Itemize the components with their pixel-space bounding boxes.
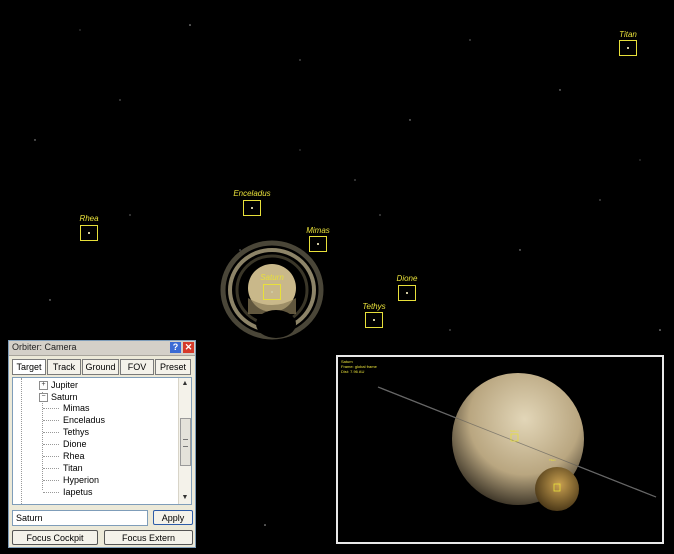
tree-branch: [43, 480, 59, 481]
tree-scrollbar[interactable]: ▲ ▼: [178, 378, 191, 504]
dialog-titlebar[interactable]: Orbiter: Camera ? ✕: [9, 341, 195, 356]
inset-camera-view[interactable]: Saturn Frame: global frame Dist: 7.96 AU…: [336, 355, 664, 544]
tree-branch: [43, 432, 59, 433]
apply-button[interactable]: Apply: [153, 510, 193, 525]
tab-target[interactable]: Target: [12, 359, 46, 375]
inset-marker-label: Saturn: [510, 429, 519, 433]
moon-marker-saturn[interactable]: [263, 284, 281, 300]
inset-scene: Saturn Titan: [377, 373, 657, 511]
moon-label-dione: Dione: [396, 274, 418, 283]
moon-marker-titan[interactable]: [619, 40, 637, 56]
moon-label-saturn: Saturn: [260, 273, 284, 282]
tree-item-jupiter[interactable]: Jupiter: [51, 380, 78, 390]
tree-guide-line: [21, 378, 22, 504]
help-icon[interactable]: ?: [170, 342, 181, 353]
tab-track[interactable]: Track: [47, 359, 81, 375]
moon-label-mimas: Mimas: [306, 226, 330, 235]
tree-branch: [43, 408, 59, 409]
scrollbar-thumb[interactable]: [180, 418, 191, 466]
tree-guide-line: [42, 392, 43, 490]
target-tree[interactable]: + Jupiter − Saturn Mimas Enceladus Tethy…: [12, 377, 192, 505]
scroll-up-icon[interactable]: ▲: [179, 378, 191, 390]
scroll-down-icon[interactable]: ▼: [179, 492, 191, 504]
tab-fov[interactable]: FOV: [120, 359, 154, 375]
tab-ground[interactable]: Ground: [82, 359, 119, 375]
tree-item-enceladus[interactable]: Enceladus: [63, 415, 105, 425]
inset-titan: [535, 467, 579, 511]
moon-marker-mimas[interactable]: [309, 236, 327, 252]
moon-label-titan: Titan: [619, 30, 637, 39]
tree-item-titan[interactable]: Titan: [63, 463, 83, 473]
tree-item-tethys[interactable]: Tethys: [63, 427, 89, 437]
tree-branch: [43, 444, 59, 445]
moon-marker-rhea[interactable]: [80, 225, 98, 241]
tree-branch: [43, 456, 59, 457]
tree-item-dione[interactable]: Dione: [63, 439, 87, 449]
focus-extern-button[interactable]: Focus Extern: [104, 530, 193, 545]
tab-preset[interactable]: Preset: [155, 359, 191, 375]
moon-label-rhea: Rhea: [79, 214, 99, 223]
camera-dialog: Orbiter: Camera ? ✕ Target Track Ground …: [8, 340, 196, 548]
tree-branch: [43, 492, 59, 493]
collapse-saturn-icon[interactable]: −: [39, 393, 48, 402]
tree-branch: [43, 420, 59, 421]
tree-item-iapetus[interactable]: Iapetus: [63, 487, 93, 497]
expand-jupiter-icon[interactable]: +: [39, 381, 48, 390]
moon-label-enceladus: Enceladus: [233, 189, 271, 198]
tree-item-saturn[interactable]: Saturn: [51, 392, 78, 402]
tree-item-hyperion[interactable]: Hyperion: [63, 475, 99, 485]
moon-marker-tethys[interactable]: [365, 312, 383, 328]
scrollbar-grip-icon: [183, 439, 188, 447]
target-input[interactable]: [12, 510, 148, 526]
close-icon[interactable]: ✕: [183, 342, 194, 353]
tree-item-rhea[interactable]: Rhea: [63, 451, 85, 461]
moon-marker-enceladus[interactable]: [243, 200, 261, 216]
moon-label-tethys: Tethys: [362, 302, 386, 311]
tree-branch: [43, 468, 59, 469]
moon-marker-dione[interactable]: [398, 285, 416, 301]
dialog-title: Orbiter: Camera: [12, 342, 77, 352]
inset-marker-label: Titan: [549, 458, 556, 462]
focus-cockpit-button[interactable]: Focus Cockpit: [12, 530, 98, 545]
tree-item-mimas[interactable]: Mimas: [63, 403, 90, 413]
